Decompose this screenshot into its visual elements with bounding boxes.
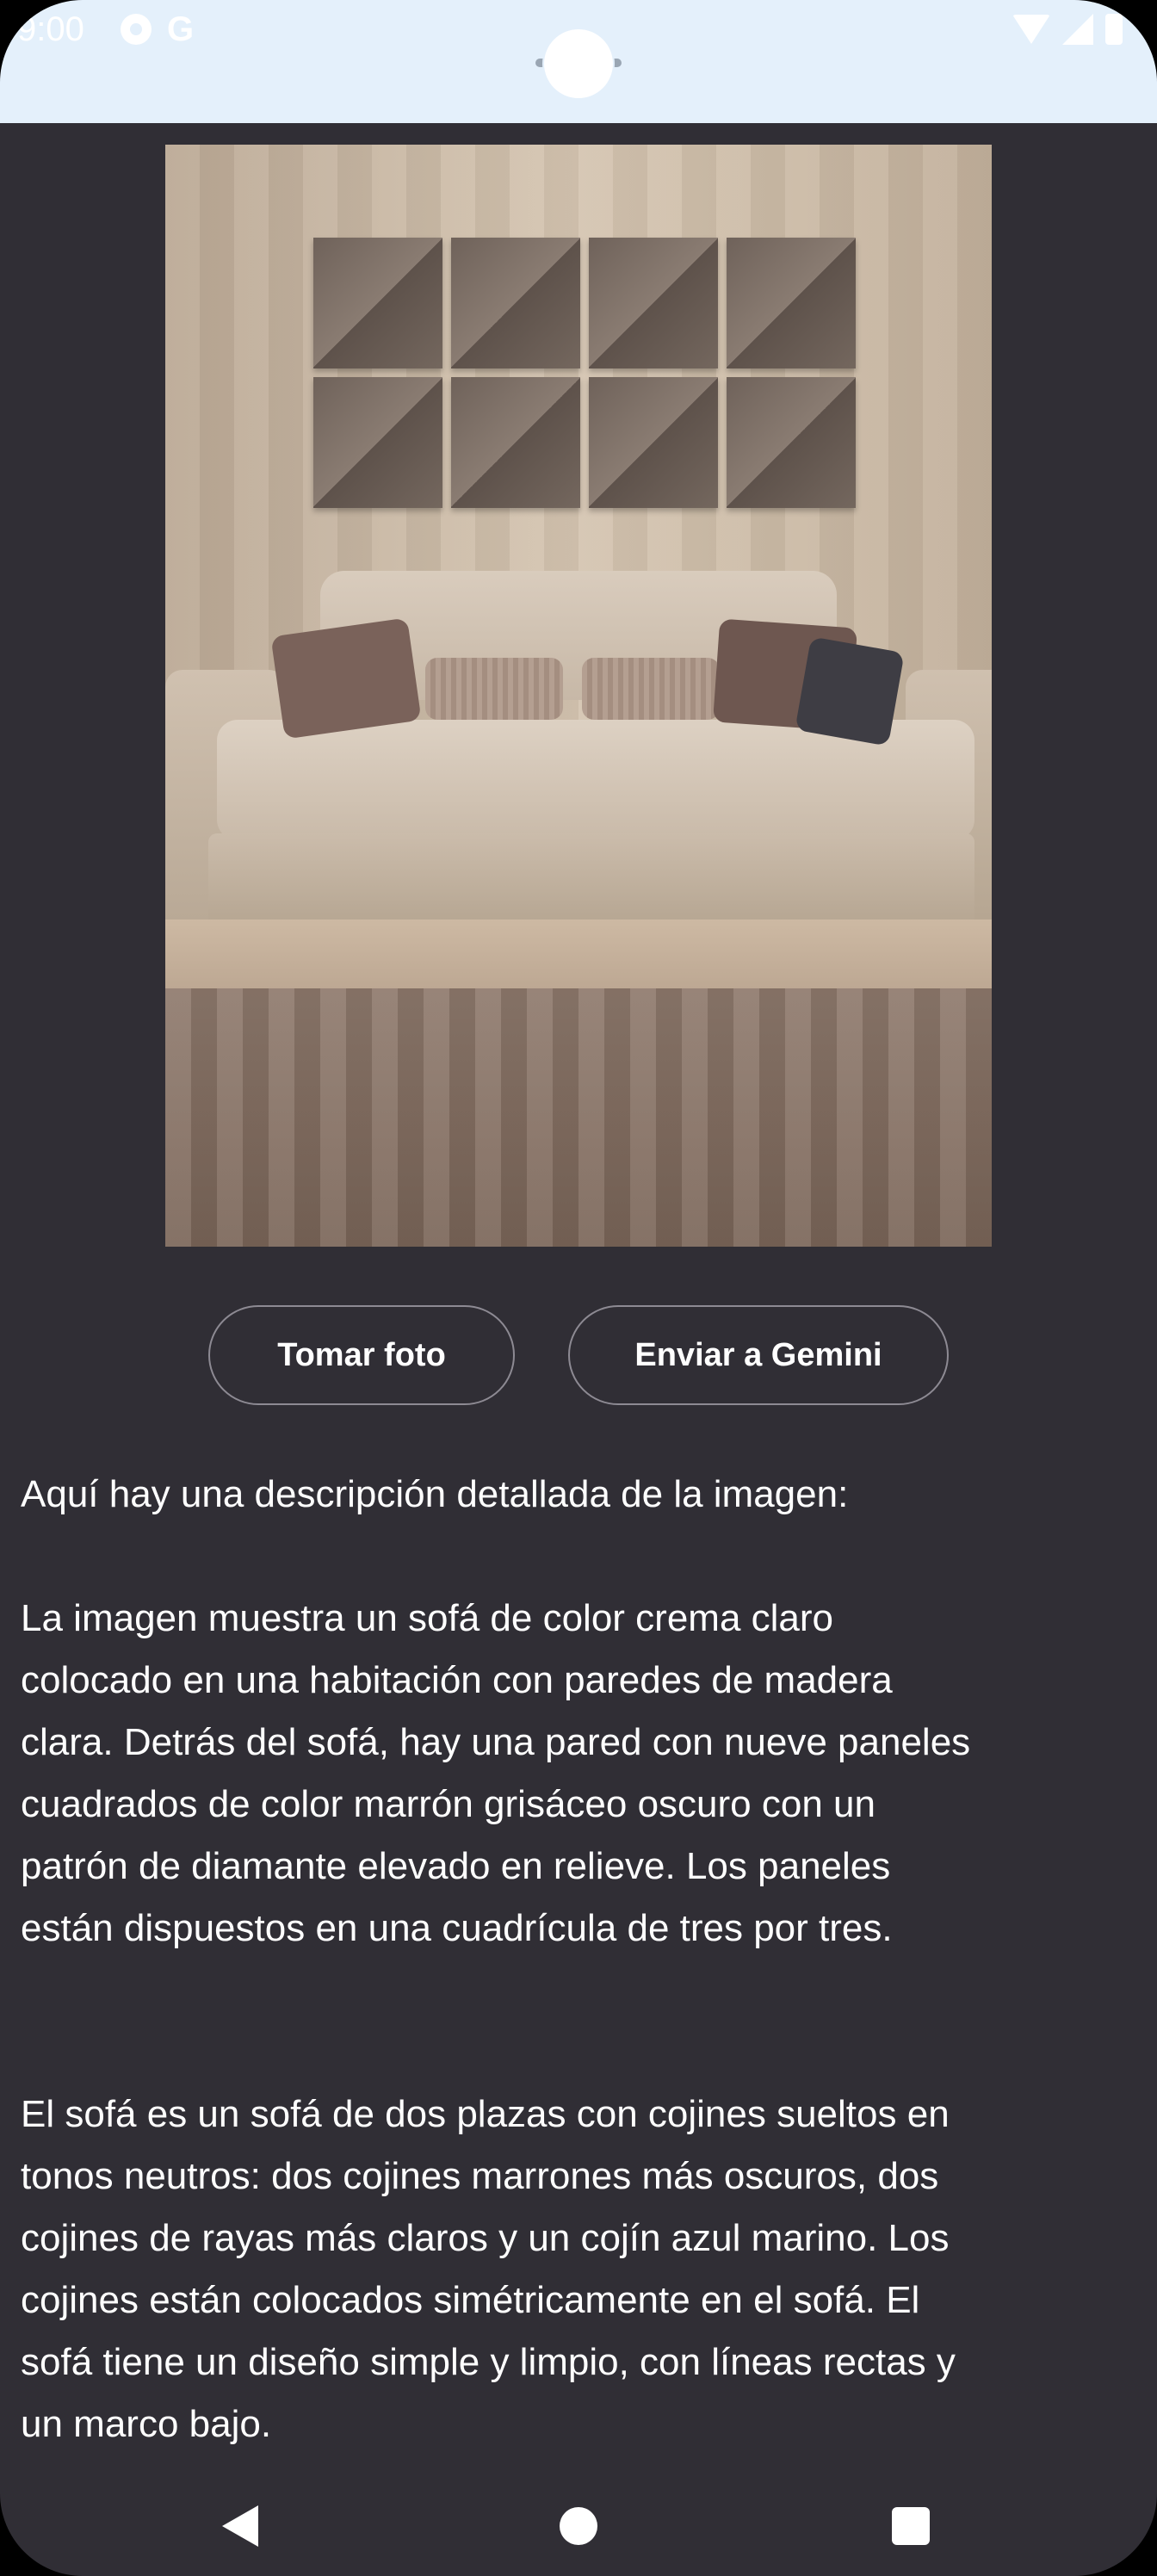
home-icon[interactable] — [560, 2507, 597, 2545]
captured-photo — [165, 145, 992, 1247]
response-paragraph-1: La imagen muestra un sofá de color crema… — [21, 1597, 971, 1949]
battery-icon — [1105, 14, 1123, 45]
striped-pillow — [582, 658, 720, 720]
signal-icon — [1062, 14, 1093, 45]
wall-panel — [451, 238, 580, 368]
status-bar: 9:00 G — [0, 0, 1157, 123]
striped-pillow — [425, 658, 563, 720]
wall-panel — [727, 238, 856, 368]
navy-pillow — [795, 636, 905, 746]
status-icons-right — [1012, 14, 1123, 45]
wall-panel — [451, 377, 580, 508]
send-to-gemini-button[interactable]: Enviar a Gemini — [568, 1305, 949, 1405]
wall-panels — [313, 238, 861, 513]
wifi-icon — [1012, 15, 1050, 44]
gear-icon — [121, 14, 152, 45]
back-icon[interactable] — [222, 2505, 258, 2547]
g-icon: G — [167, 10, 195, 48]
navigation-bar — [0, 2480, 1157, 2576]
response-intro: Aquí hay una descripción detallada de la… — [21, 1473, 849, 1515]
recents-icon[interactable] — [892, 2507, 930, 2545]
wall-panel — [313, 238, 442, 368]
wall-panel — [727, 377, 856, 508]
phone-screen: 9:00 G Tomar foto Enviar a Gemini Aquí h… — [0, 0, 1157, 2576]
brown-pillow — [270, 617, 422, 740]
floor-edge — [165, 920, 992, 988]
floor — [165, 988, 992, 1247]
camera-cutout — [544, 29, 613, 98]
sofa-base — [208, 833, 974, 928]
status-time: 9:00 — [17, 10, 84, 48]
wall-panel — [589, 377, 718, 508]
take-photo-button[interactable]: Tomar foto — [208, 1305, 515, 1405]
status-icons-left: G — [121, 10, 195, 48]
gemini-response: Aquí hay una descripción detallada de la… — [21, 1464, 1140, 2455]
response-paragraph-2: El sofá es un sofá de dos plazas con coj… — [21, 2093, 956, 2445]
wall-panel — [589, 238, 718, 368]
wall-panel — [313, 377, 442, 508]
